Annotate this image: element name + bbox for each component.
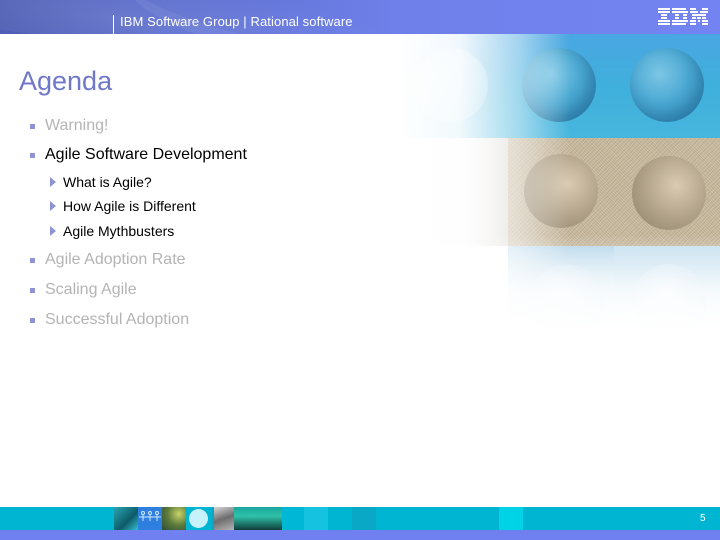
decorative-photo-collage <box>400 34 720 334</box>
stick-figures-icon <box>138 507 162 530</box>
arrow-right-icon <box>50 201 56 211</box>
agenda-item-scaling-agile: Scaling Agile <box>30 281 137 299</box>
agenda-item-label: Agile Adoption Rate <box>45 251 186 268</box>
header-divider <box>113 15 114 34</box>
people-image-icon <box>114 507 138 530</box>
page-number: 5 <box>700 513 706 524</box>
circle-icon <box>189 509 208 528</box>
agenda-subitem-label: What is Agile? <box>63 174 152 190</box>
decorative-tile <box>328 507 352 530</box>
arrow-right-icon <box>50 226 56 236</box>
ibm-logo-icon <box>658 8 708 25</box>
decorative-tile <box>499 507 523 530</box>
header-band: IBM Software Group | Rational software <box>0 0 720 34</box>
sphere-image <box>630 48 704 122</box>
silhouettes-image-icon <box>234 507 282 530</box>
agenda-subitem-how-agile-is-different: How Agile is Different <box>50 198 196 214</box>
agenda-item-agile-adoption-rate: Agile Adoption Rate <box>30 251 186 269</box>
square-bullet-icon <box>30 123 35 129</box>
agenda-subitem-label: Agile Mythbusters <box>63 223 175 239</box>
sphere-image <box>632 156 706 230</box>
agenda-subitem-label: How Agile is Different <box>63 198 196 214</box>
decorative-tile <box>282 507 304 530</box>
arrow-right-icon <box>50 177 56 187</box>
slide: IBM Software Group | Rational software A… <box>0 0 720 540</box>
agenda-subitem-agile-mythbusters: Agile Mythbusters <box>50 223 174 239</box>
header-title: IBM Software Group | Rational software <box>120 14 353 29</box>
agenda-item-label: Successful Adoption <box>45 311 190 328</box>
agenda-item-label: Scaling Agile <box>45 281 137 298</box>
footer-base-band <box>0 530 720 540</box>
square-bullet-icon <box>30 257 35 263</box>
decorative-tile <box>352 507 376 530</box>
agenda-item-agile-software-development: Agile Software Development <box>30 146 247 164</box>
agenda-item-successful-adoption: Successful Adoption <box>30 311 189 329</box>
spiral-image-icon <box>162 507 186 530</box>
agenda-subitem-what-is-agile: What is Agile? <box>50 174 152 190</box>
collage-fade <box>400 234 720 334</box>
agenda-item-label: Agile Software Development <box>45 146 247 163</box>
page-title: Agenda <box>19 66 113 96</box>
decorative-tile <box>304 507 328 530</box>
square-bullet-icon <box>30 152 35 158</box>
portrait-image-icon <box>214 507 234 530</box>
square-bullet-icon <box>30 287 35 293</box>
agenda-item-warning: Warning! <box>30 117 108 135</box>
agenda-item-label: Warning! <box>45 117 109 134</box>
circle-tile <box>186 507 212 530</box>
square-bullet-icon <box>30 317 35 323</box>
